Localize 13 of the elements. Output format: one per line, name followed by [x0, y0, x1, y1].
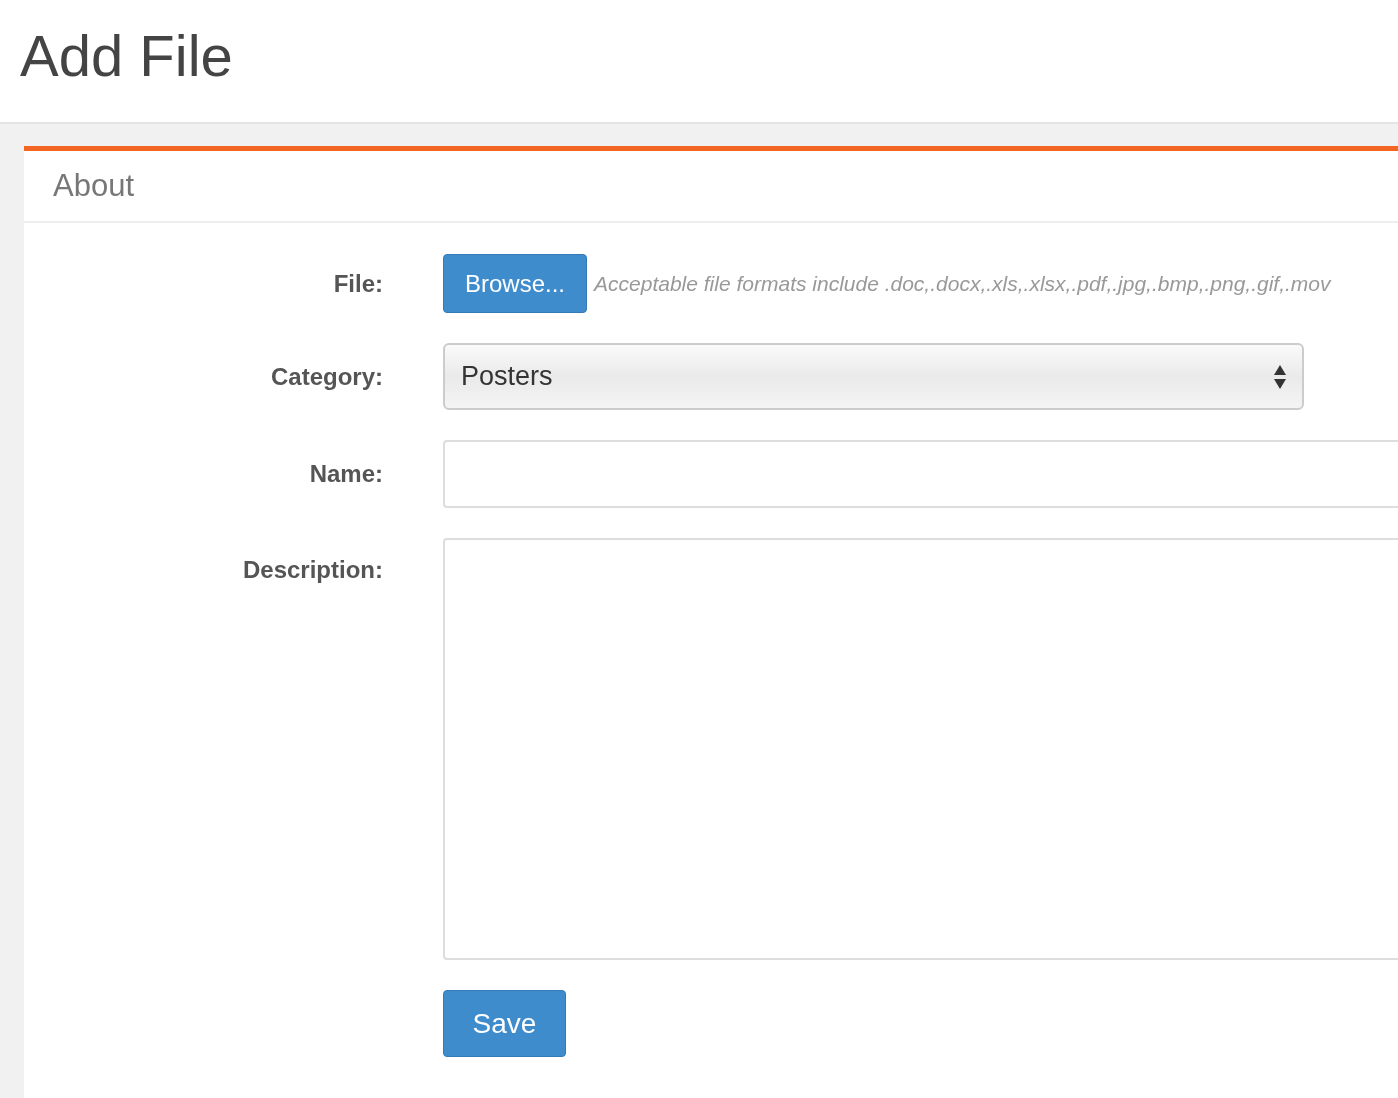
- field-label: Description:: [243, 555, 383, 585]
- field-label: File:: [333, 268, 383, 299]
- name-input[interactable]: [443, 440, 1398, 508]
- select-arrows-icon: [1274, 364, 1286, 389]
- panel-title: About: [53, 166, 134, 205]
- browse-button[interactable]: Browse...: [443, 254, 588, 313]
- category-select[interactable]: Posters: [443, 343, 1304, 410]
- field-label: Name:: [309, 459, 383, 489]
- save-button[interactable]: Save: [443, 990, 566, 1057]
- description-textarea[interactable]: [443, 538, 1398, 960]
- help-text: Acceptable file formats include .doc,.docx,.xls,.xlsx,.pdf,.jpg,.bmp,.png,.gif,.mov: [594, 270, 1331, 297]
- field-label: Category:: [270, 361, 383, 392]
- page-title: Add File: [20, 27, 233, 90]
